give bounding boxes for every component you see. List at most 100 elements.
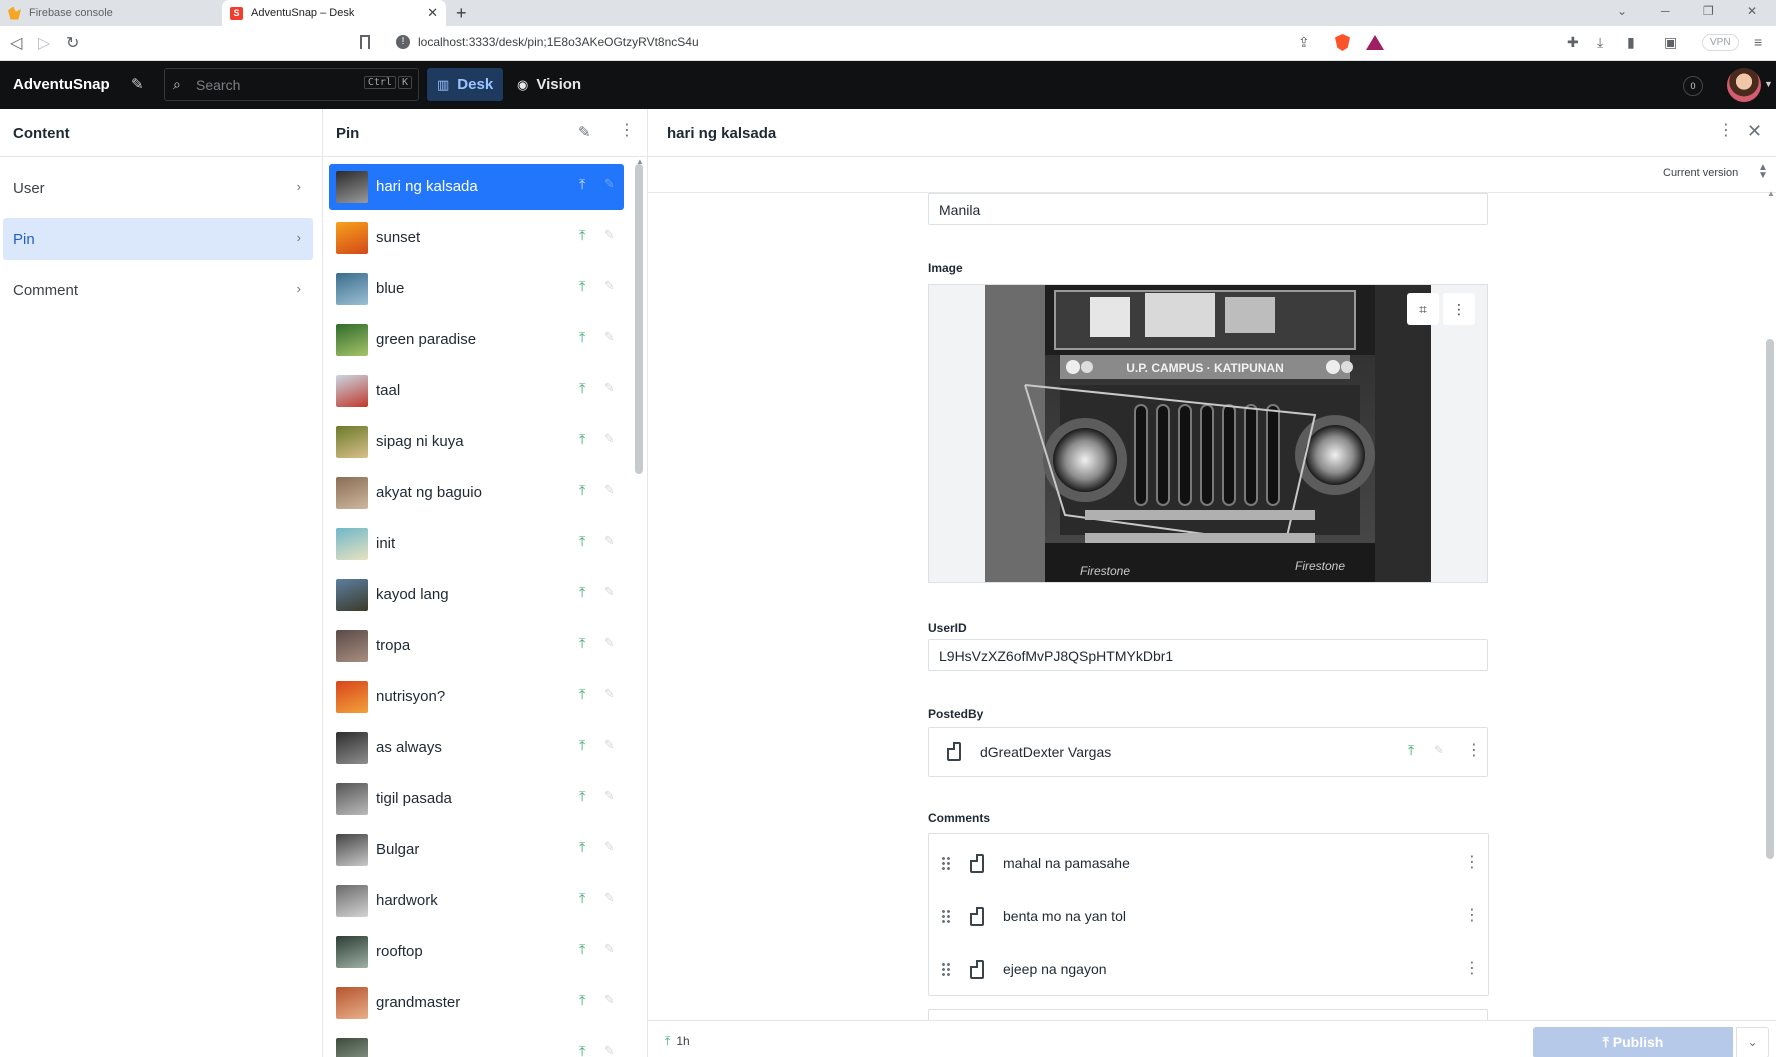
- pin-thumbnail: [336, 426, 368, 458]
- wallet-icon[interactable]: ▣: [1664, 34, 1677, 51]
- browser-tab-firebase[interactable]: Firebase console: [0, 0, 222, 26]
- content-item-user[interactable]: User ›: [3, 167, 313, 209]
- share-icon[interactable]: ⇪: [1298, 34, 1310, 51]
- site-info-icon[interactable]: !: [396, 35, 410, 49]
- close-icon[interactable]: ✕: [1747, 121, 1762, 142]
- tool-desk[interactable]: ▥ Desk: [427, 68, 504, 101]
- close-tab-icon[interactable]: ✕: [427, 5, 438, 21]
- image-menu-icon[interactable]: ⋮: [1443, 293, 1475, 325]
- notification-badge[interactable]: 0: [1683, 76, 1703, 96]
- comment-item[interactable]: ejeep na ngayon ⋮: [929, 944, 1488, 997]
- restore-button[interactable]: ❐: [1703, 4, 1714, 18]
- edit-icon: ✎: [604, 533, 615, 548]
- document-icon: [970, 907, 984, 926]
- crop-icon[interactable]: ⌗: [1407, 293, 1439, 325]
- content-item-comment[interactable]: Comment ›: [3, 269, 313, 311]
- drag-handle-icon[interactable]: [941, 909, 951, 925]
- published-icon: ⤒: [579, 278, 586, 294]
- published-icon: ⤒: [579, 533, 586, 549]
- pin-thumbnail: [336, 375, 368, 407]
- comment-menu-icon[interactable]: ⋮: [1464, 961, 1480, 977]
- extensions-icon[interactable]: ✚: [1567, 34, 1579, 51]
- comment-menu-icon[interactable]: ⋮: [1464, 908, 1480, 924]
- brave-rewards-icon[interactable]: [1366, 35, 1384, 50]
- menu-icon[interactable]: ≡: [1754, 34, 1762, 50]
- comment-item[interactable]: benta mo na yan tol ⋮: [929, 891, 1488, 944]
- back-icon[interactable]: ◁: [10, 33, 22, 53]
- scroll-up-icon[interactable]: ▲: [1767, 189, 1775, 198]
- published-icon: ⤒: [665, 1034, 671, 1048]
- chevron-right-icon: ›: [296, 281, 301, 296]
- pin-thumbnail: [336, 477, 368, 509]
- download-icon[interactable]: ⤓: [1597, 34, 1603, 51]
- content-item-pin[interactable]: Pin ›: [3, 218, 313, 260]
- pin-name: tigil pasada: [376, 790, 452, 807]
- sidebar-icon[interactable]: ▮: [1627, 34, 1635, 51]
- pin-list-item[interactable]: grandmaster ⤒ ✎: [329, 980, 624, 1026]
- pin-list-item[interactable]: Bulgar ⤒ ✎: [329, 827, 624, 873]
- browser-tab-adventusnap[interactable]: S AdventuSnap – Desk ✕: [222, 0, 446, 26]
- published-icon: ⤒: [579, 686, 586, 702]
- document-pane: hari ng kalsada ⋮ ✕ Current version ▲ ▼ ▲…: [648, 109, 1776, 1057]
- chevron-down-icon[interactable]: ⌄: [1736, 1027, 1769, 1057]
- pin-list-item[interactable]: init ⤒ ✎: [329, 521, 624, 567]
- reference-menu-icon[interactable]: ⋮: [1466, 743, 1482, 759]
- search-input[interactable]: ⌕ Search Ctrl K: [164, 68, 419, 101]
- sanity-icon: S: [230, 6, 243, 20]
- pin-list-item[interactable]: akyat ng baguio ⤒ ✎: [329, 470, 624, 516]
- pin-list-item[interactable]: sipag ni kuya ⤒ ✎: [329, 419, 624, 465]
- postedby-reference[interactable]: dGreatDexter Vargas ⤒ ✎ ⋮: [928, 727, 1488, 777]
- published-icon: ⤒: [579, 482, 586, 498]
- close-window-button[interactable]: ✕: [1747, 4, 1757, 18]
- pin-list-item[interactable]: rooftop ⤒ ✎: [329, 929, 624, 975]
- pin-list-item[interactable]: taal ⤒ ✎: [329, 368, 624, 414]
- document-header: hari ng kalsada ⋮ ✕: [648, 109, 1776, 157]
- pin-list-item[interactable]: blue ⤒ ✎: [329, 266, 624, 312]
- pin-name: green paradise: [376, 331, 477, 348]
- comment-text: ejeep na ngayon: [1003, 961, 1107, 977]
- pin-list-item[interactable]: hari ng kalsada ⤒ ✎: [329, 164, 624, 210]
- pin-list-item[interactable]: as always ⤒ ✎: [329, 725, 624, 771]
- forward-icon[interactable]: ▷: [38, 33, 50, 53]
- pin-list-item[interactable]: green paradise ⤒ ✎: [329, 317, 624, 363]
- pin-list-item[interactable]: sunset ⤒ ✎: [329, 215, 624, 261]
- comment-menu-icon[interactable]: ⋮: [1464, 855, 1480, 871]
- document-menu-icon[interactable]: ⋮: [1718, 123, 1734, 139]
- location-field[interactable]: Manila: [928, 193, 1488, 225]
- brand-logo[interactable]: AdventuSnap: [13, 76, 110, 93]
- minimize-button[interactable]: ─: [1661, 4, 1670, 18]
- pin-name: blue: [376, 280, 405, 297]
- scrollbar[interactable]: [1766, 339, 1774, 859]
- userid-field[interactable]: L9HsVzXZ6ofMvPJ8QSpHTMYkDbr1: [928, 639, 1488, 671]
- reload-icon[interactable]: ↻: [66, 33, 79, 53]
- pin-name: as always: [376, 739, 442, 756]
- image-field[interactable]: U.P. CAMPUS · KATIPUNAN Firestone Firest…: [928, 284, 1488, 583]
- avatar[interactable]: [1727, 68, 1761, 102]
- new-tab-button[interactable]: +: [456, 3, 467, 24]
- chevron-down-icon[interactable]: ▼: [1764, 79, 1773, 89]
- pin-list-item[interactable]: kayod lang ⤒ ✎: [329, 572, 624, 618]
- create-document-icon[interactable]: ✎: [578, 123, 591, 141]
- pin-list-item[interactable]: hardwork ⤒ ✎: [329, 878, 624, 924]
- pin-list-item[interactable]: tigil pasada ⤒ ✎: [329, 776, 624, 822]
- pin-list-item[interactable]: ⤒ ✎: [329, 1031, 624, 1057]
- pin-thumbnail: [336, 732, 368, 764]
- scrollbar[interactable]: [635, 164, 643, 474]
- publish-button[interactable]: ⤒ Publish: [1533, 1027, 1733, 1057]
- pin-list-item[interactable]: tropa ⤒ ✎: [329, 623, 624, 669]
- brave-shields-icon[interactable]: [1335, 34, 1350, 51]
- pane-menu-icon[interactable]: ⋮: [619, 123, 635, 139]
- drag-handle-icon[interactable]: [941, 856, 951, 872]
- tab-search-icon[interactable]: ⌄: [1617, 4, 1627, 18]
- pin-list-item[interactable]: nutrisyon? ⤒ ✎: [329, 674, 624, 720]
- version-selector[interactable]: Current version: [1663, 167, 1738, 179]
- vpn-button[interactable]: VPN: [1702, 34, 1739, 51]
- url-field[interactable]: localhost:3333/desk/pin;1E8o3AKeOGtzyRVt…: [418, 35, 699, 49]
- compose-icon[interactable]: ✎: [131, 75, 148, 93]
- drag-handle-icon[interactable]: [941, 962, 951, 978]
- comment-item[interactable]: mahal na pamasahe ⋮: [929, 838, 1488, 891]
- tool-vision[interactable]: ◉ Vision: [507, 68, 591, 101]
- document-subbar: Current version ▲ ▼: [648, 157, 1776, 193]
- chevron-updown-icon[interactable]: ▲ ▼: [1758, 163, 1768, 181]
- bookmark-icon[interactable]: [360, 35, 370, 49]
